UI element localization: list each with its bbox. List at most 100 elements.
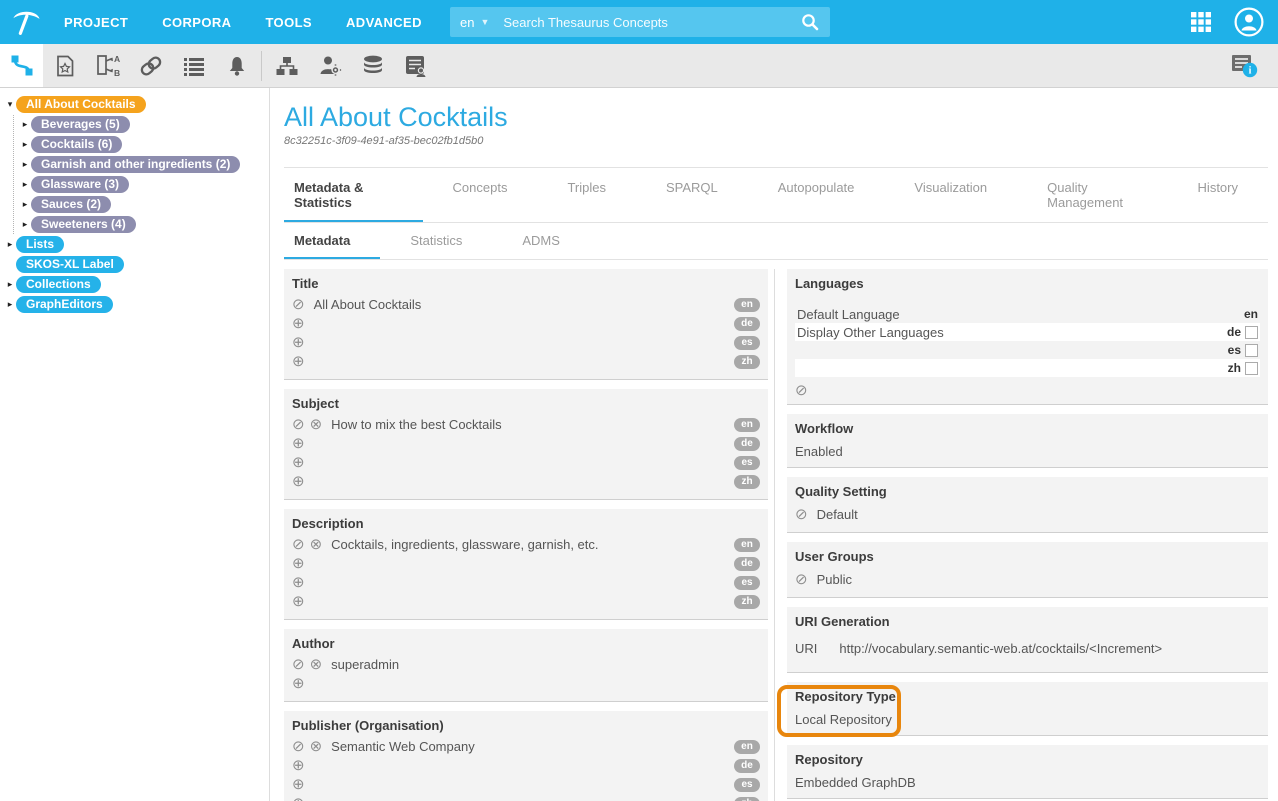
edit-icon[interactable]: ⊘ — [292, 537, 305, 552]
tree-node[interactable]: ▸Garnish and other ingredients (2) — [19, 155, 269, 174]
delete-icon[interactable]: ⊗ — [310, 417, 323, 432]
user-avatar-icon[interactable] — [1234, 7, 1264, 37]
tab-visualization[interactable]: Visualization — [884, 168, 1017, 222]
add-icon[interactable]: ⊕ — [292, 436, 305, 451]
edit-icon[interactable]: ⊘ — [795, 383, 808, 398]
tree-expander-icon[interactable]: ▸ — [19, 179, 31, 190]
tree-node[interactable]: ▸Sauces (2) — [19, 195, 269, 214]
tab-sparql[interactable]: SPARQL — [636, 168, 748, 222]
subtab-adms[interactable]: ADMS — [492, 223, 590, 259]
tree-node-label[interactable]: Garnish and other ingredients (2) — [31, 156, 240, 173]
edit-icon[interactable]: ⊘ — [795, 572, 808, 587]
tree-node-label[interactable]: SKOS-XL Label — [16, 256, 124, 273]
tree-node[interactable]: ▸Collections — [4, 275, 269, 294]
sort-ab-document-icon[interactable]: A B — [86, 44, 129, 87]
tree-node[interactable]: ▸Sweeteners (4) — [19, 215, 269, 234]
add-icon[interactable]: ⊕ — [292, 575, 305, 590]
nav-item-project[interactable]: PROJECT — [64, 15, 128, 30]
poolparty-logo[interactable] — [0, 5, 52, 39]
subtab-statistics[interactable]: Statistics — [380, 223, 492, 259]
section-label: Quality Setting — [795, 484, 1260, 499]
delete-icon[interactable]: ⊗ — [310, 739, 323, 754]
tree-expander-icon[interactable]: ▾ — [4, 99, 16, 110]
tree-node[interactable]: ▸Glassware (3) — [19, 175, 269, 194]
server-user-icon[interactable] — [394, 44, 437, 87]
add-icon[interactable]: ⊕ — [292, 758, 305, 773]
main-panel: All About Cocktails 8c32251c-3f09-4e91-a… — [270, 88, 1278, 801]
subtab-metadata[interactable]: Metadata — [284, 223, 380, 259]
database-icon[interactable] — [351, 44, 394, 87]
tree-node-label[interactable]: All About Cocktails — [16, 96, 146, 113]
add-icon[interactable]: ⊕ — [292, 335, 305, 350]
edit-icon[interactable]: ⊘ — [292, 657, 305, 672]
add-icon[interactable]: ⊕ — [292, 796, 305, 801]
add-icon[interactable]: ⊕ — [292, 777, 305, 792]
nav-item-corpora[interactable]: CORPORA — [162, 15, 231, 30]
add-icon[interactable]: ⊕ — [292, 594, 305, 609]
tree-expander-icon[interactable]: ▸ — [4, 299, 16, 310]
list-icon[interactable] — [172, 44, 215, 87]
tree-node[interactable]: ▸Lists — [4, 235, 269, 254]
edit-icon[interactable]: ⊘ — [795, 507, 808, 522]
column-divider — [774, 269, 775, 801]
tree-expander-icon[interactable]: ▸ — [4, 239, 16, 250]
delete-icon[interactable]: ⊗ — [310, 537, 323, 552]
uri-key-label: URI — [795, 641, 817, 656]
add-icon[interactable]: ⊕ — [292, 316, 305, 331]
tab-history[interactable]: History — [1168, 168, 1268, 222]
tree-expander-icon[interactable]: ▸ — [19, 219, 31, 230]
nav-item-tools[interactable]: TOOLS — [265, 15, 312, 30]
tree-node-label[interactable]: GraphEditors — [16, 296, 113, 313]
tree-node-label[interactable]: Collections — [16, 276, 101, 293]
link-icon[interactable] — [129, 44, 172, 87]
tree-node[interactable]: ▸Beverages (5) — [19, 115, 269, 134]
tab-concepts[interactable]: Concepts — [423, 168, 538, 222]
add-icon[interactable]: ⊕ — [292, 676, 305, 691]
tab-quality-management[interactable]: Quality Management — [1017, 168, 1167, 222]
search-input[interactable] — [503, 15, 800, 30]
tree-expander-icon[interactable]: ▸ — [19, 119, 31, 130]
document-star-icon[interactable] — [43, 44, 86, 87]
edit-icon[interactable]: ⊘ — [292, 297, 305, 312]
add-icon[interactable]: ⊕ — [292, 474, 305, 489]
tree-node[interactable]: SKOS-XL Label — [4, 255, 269, 274]
tree-node[interactable]: ▾All About Cocktails — [4, 95, 269, 114]
tree-node-label[interactable]: Lists — [16, 236, 64, 253]
tree-expander-icon[interactable]: ▸ — [19, 159, 31, 170]
language-setting-label: Default Language — [797, 307, 900, 322]
user-settings-icon[interactable] — [308, 44, 351, 87]
tree-node-label[interactable]: Sweeteners (4) — [31, 216, 136, 233]
apps-grid-icon[interactable] — [1190, 11, 1212, 33]
add-icon[interactable]: ⊕ — [292, 354, 305, 369]
tree-expander-icon[interactable]: ▸ — [4, 279, 16, 290]
concept-tree-icon[interactable] — [0, 44, 43, 87]
section-label: Repository — [795, 752, 1260, 767]
add-icon[interactable]: ⊕ — [292, 455, 305, 470]
tree-node-label[interactable]: Glassware (3) — [31, 176, 129, 193]
edit-icon[interactable]: ⊘ — [292, 739, 305, 754]
language-checkbox[interactable] — [1245, 362, 1258, 375]
notifications-bell-icon[interactable] — [215, 44, 258, 87]
tree-node-label[interactable]: Sauces (2) — [31, 196, 111, 213]
tree-node-label[interactable]: Cocktails (6) — [31, 136, 122, 153]
sitemap-icon[interactable] — [265, 44, 308, 87]
tree-node-label[interactable]: Beverages (5) — [31, 116, 130, 133]
add-icon[interactable]: ⊕ — [292, 556, 305, 571]
metadata-row: ⊕es — [292, 573, 760, 592]
tab-metadata-statistics[interactable]: Metadata & Statistics — [284, 168, 423, 222]
search-icon[interactable] — [800, 12, 820, 32]
search-language-select[interactable]: en — [460, 15, 474, 30]
tab-triples[interactable]: Triples — [537, 168, 636, 222]
delete-icon[interactable]: ⊗ — [310, 657, 323, 672]
tree-expander-icon[interactable]: ▸ — [19, 139, 31, 150]
language-checkbox[interactable] — [1245, 326, 1258, 339]
language-checkbox[interactable] — [1245, 344, 1258, 357]
project-info-icon[interactable]: i — [1230, 51, 1260, 81]
tab-autopopulate[interactable]: Autopopulate — [748, 168, 885, 222]
tree-node[interactable]: ▸Cocktails (6) — [19, 135, 269, 154]
nav-item-advanced[interactable]: ADVANCED — [346, 15, 422, 30]
tree-expander-icon[interactable]: ▸ — [19, 199, 31, 210]
edit-icon[interactable]: ⊘ — [292, 417, 305, 432]
chevron-down-icon[interactable]: ▼ — [480, 17, 489, 27]
tree-node[interactable]: ▸GraphEditors — [4, 295, 269, 314]
